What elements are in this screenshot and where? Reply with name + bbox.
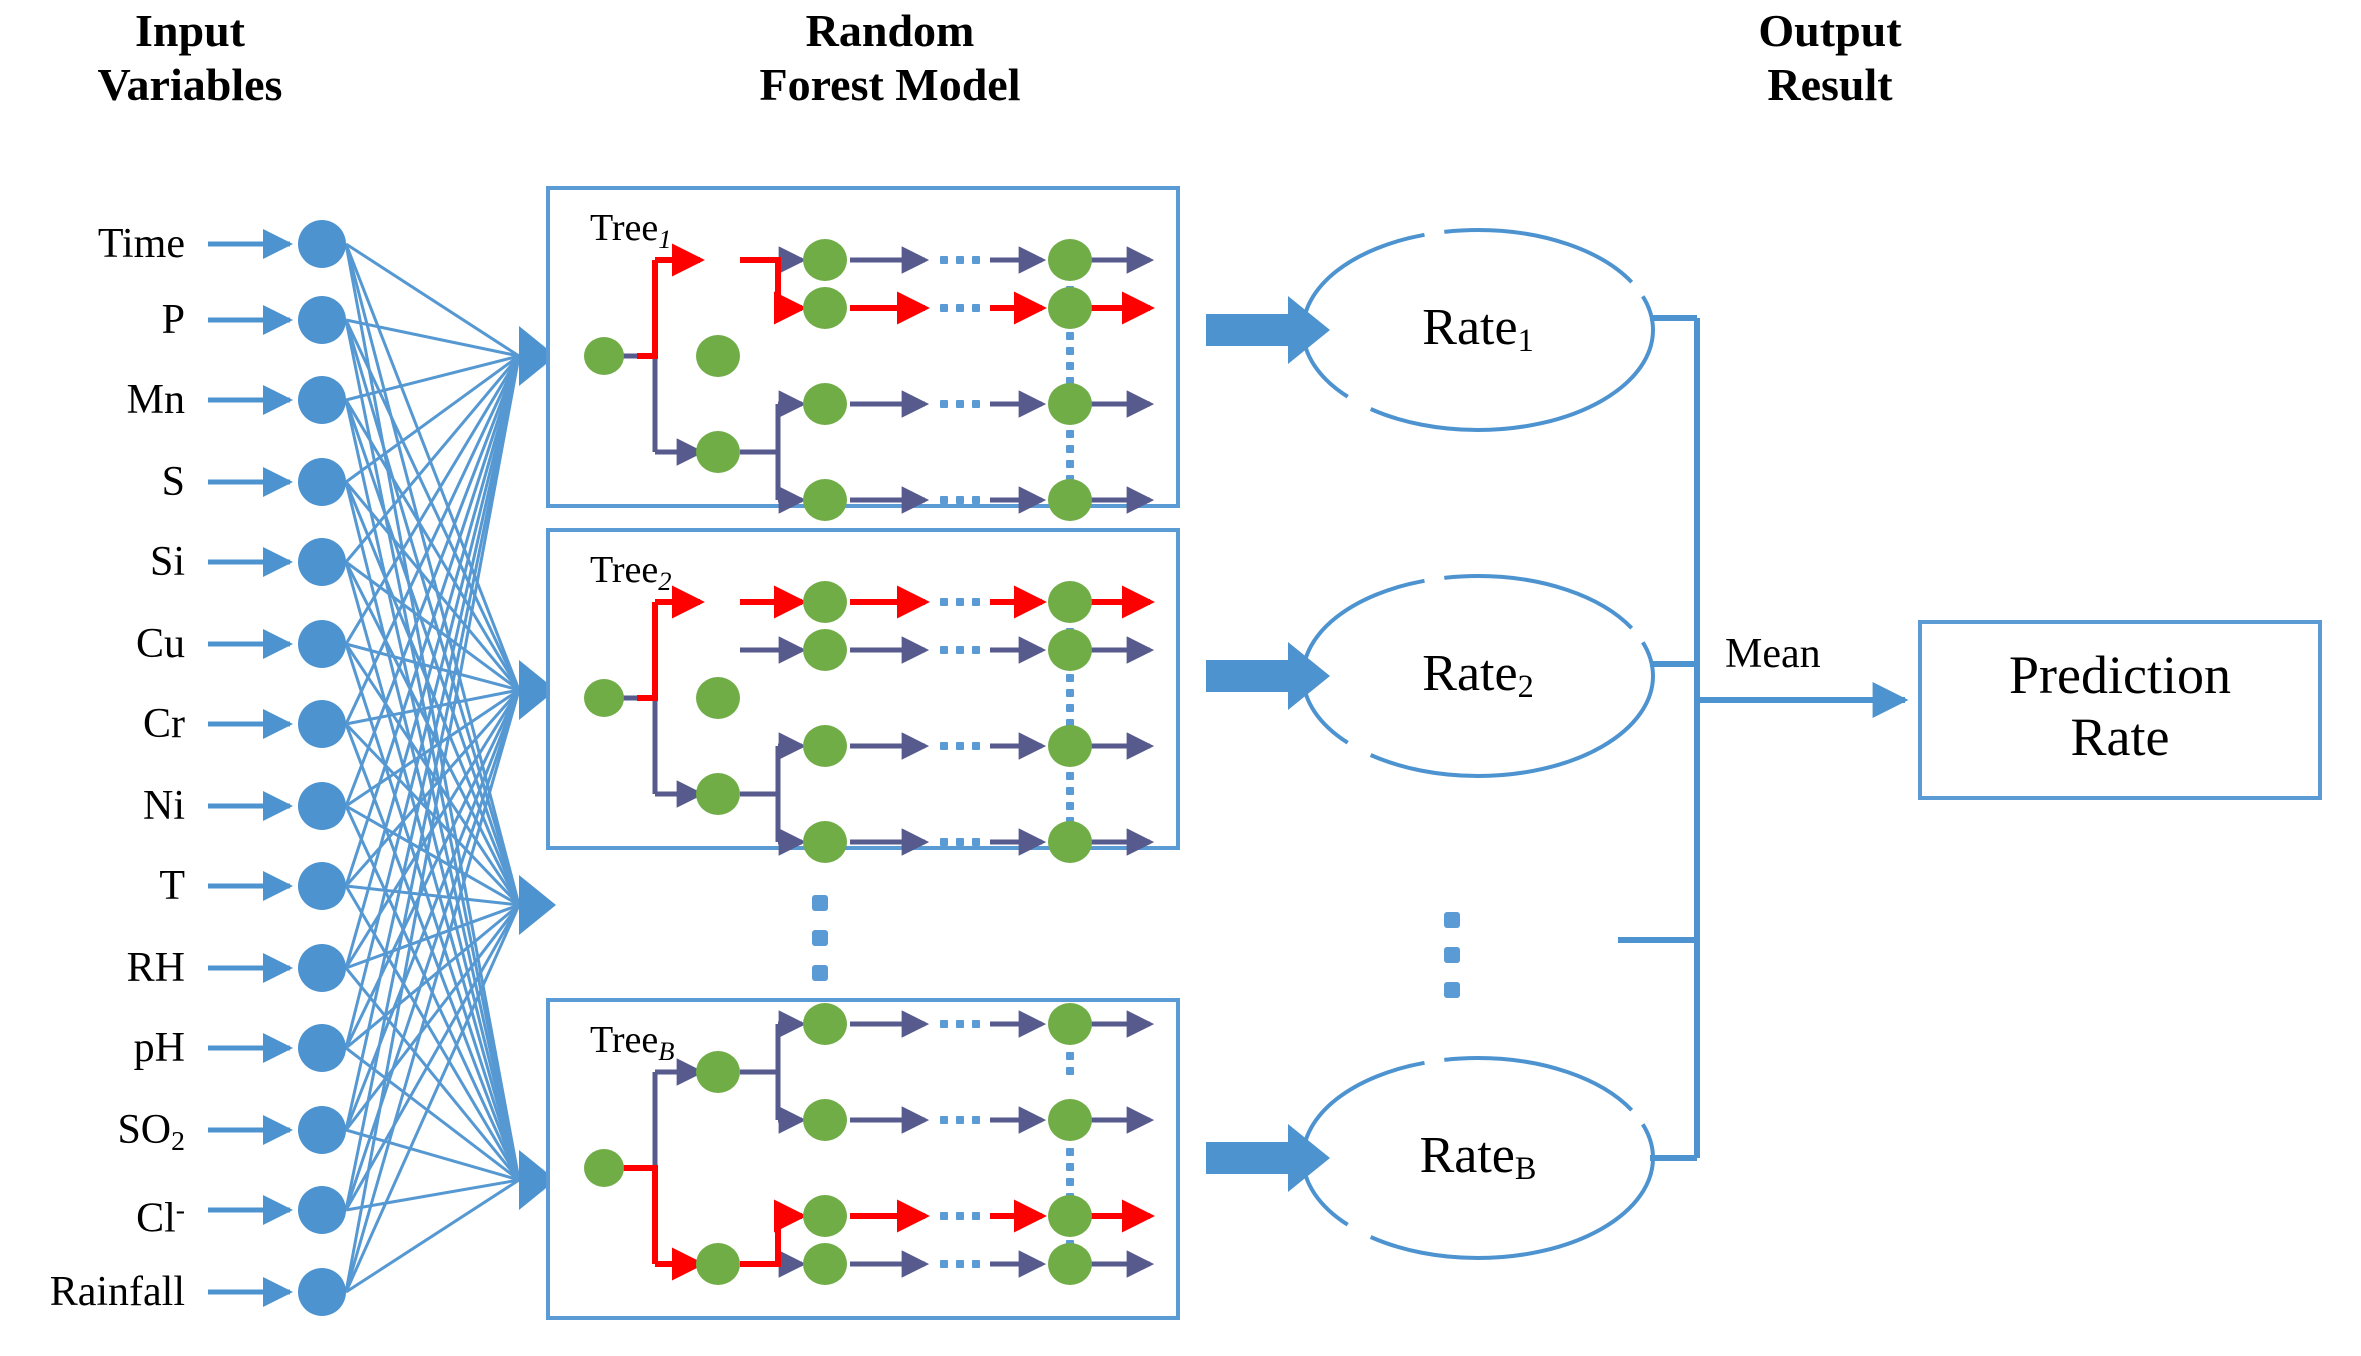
rate-label: RateB xyxy=(1419,1127,1537,1187)
input-variable-label: pH xyxy=(133,1025,185,1071)
fan-out-connections xyxy=(344,242,521,1294)
rate-vertical-ellipsis xyxy=(1444,912,1460,998)
tree-label: TreeB xyxy=(590,1019,675,1066)
mean-bracket xyxy=(1618,315,1700,1161)
diagram-canvas: Input Variables Random Forest Model Outp… xyxy=(0,0,2361,1356)
input-variable-label: Cu xyxy=(135,621,185,667)
tree-label: Tree2 xyxy=(590,549,672,596)
tree-vertical-ellipsis xyxy=(812,895,828,981)
prediction-rate-label: Prediction Rate xyxy=(2009,645,2231,767)
tree-to-rate-arrows xyxy=(1206,296,1330,1192)
input-variable-label: RH xyxy=(126,945,185,991)
input-variable-label: Mn xyxy=(126,377,185,423)
input-variable-label: S xyxy=(161,459,185,505)
rate-ellipses xyxy=(1301,228,1655,1260)
input-variable-label: Cr xyxy=(143,701,185,747)
input-variable-label: Time xyxy=(97,221,185,267)
input-variable-label: T xyxy=(159,863,185,909)
input-variable-label: Ni xyxy=(143,783,185,829)
input-nodes xyxy=(298,220,346,1316)
input-variable-label: Rainfall xyxy=(49,1269,185,1315)
input-variable-label: P xyxy=(161,297,185,343)
tree-label: Tree1 xyxy=(590,207,672,254)
input-variable-label: Cl- xyxy=(136,1194,185,1242)
mean-label: Mean xyxy=(1725,631,1821,677)
rate-label: Rate1 xyxy=(1422,299,1534,359)
input-variable-label: Si xyxy=(149,539,185,585)
input-variable-label: SO2 xyxy=(117,1107,185,1156)
rate-label: Rate2 xyxy=(1422,645,1534,705)
input-arrows xyxy=(208,229,293,1307)
